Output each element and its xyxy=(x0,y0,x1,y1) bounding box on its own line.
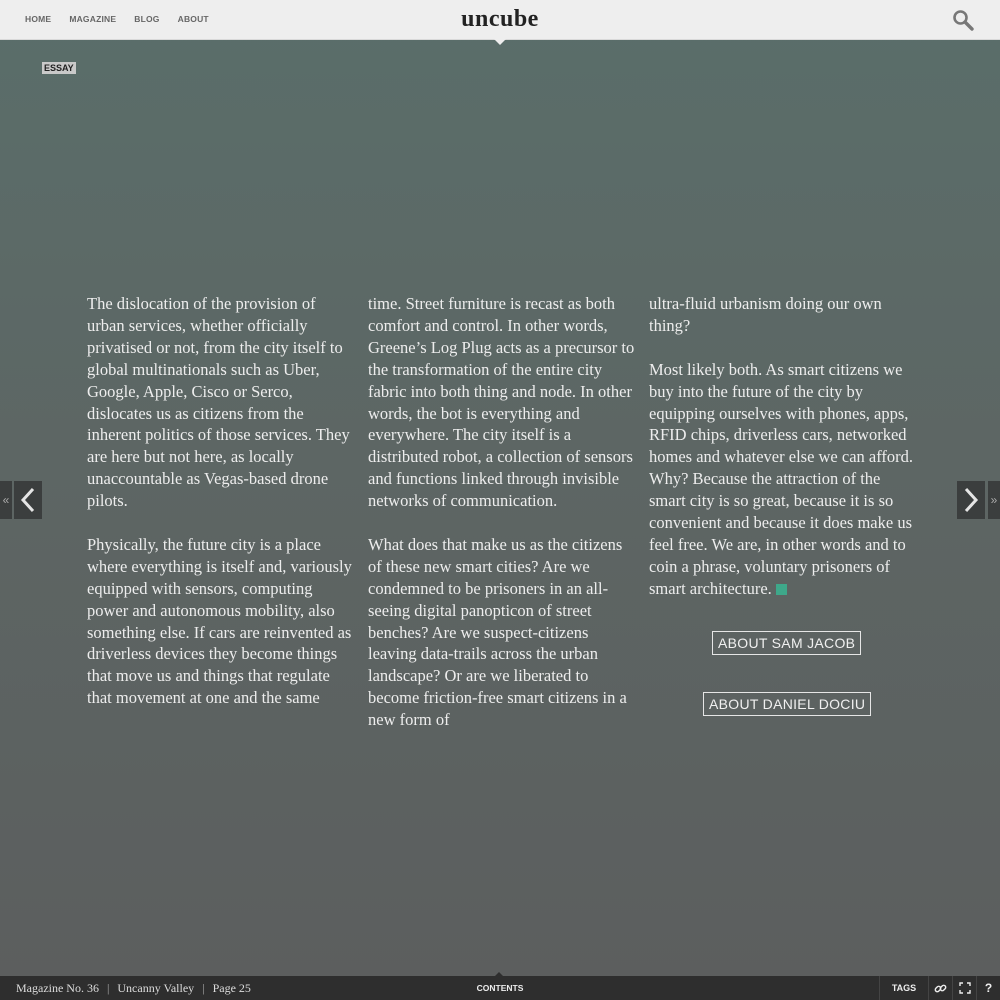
next-page-button[interactable] xyxy=(957,481,985,519)
help-button[interactable]: ? xyxy=(976,976,1000,1000)
paragraph: ultra-fluid urbanism doing our own thing… xyxy=(649,294,882,335)
about-sam-jacob-button[interactable]: ABOUT SAM JACOB xyxy=(712,631,862,655)
article-column-2: time. Street furniture is recast as both… xyxy=(368,293,638,753)
contents-button[interactable]: CONTENTS xyxy=(0,983,1000,993)
fullscreen-icon xyxy=(958,982,971,994)
paragraph-text: Most likely both. As smart citizens we b… xyxy=(649,359,914,598)
link-icon xyxy=(934,984,947,992)
prev-page-button[interactable] xyxy=(14,481,42,519)
bottom-bar: Magazine No. 36 | Uncanny Valley | Page 25 C… xyxy=(0,976,1000,1000)
first-page-button[interactable]: « xyxy=(0,481,12,519)
paragraph: The dislocation of the provision of urba… xyxy=(87,294,350,511)
paragraph: What does that make us as the citizens o… xyxy=(368,534,627,730)
article-column-3: ultra-fluid urbanism doing our own thing… xyxy=(649,293,919,622)
double-right-icon: » xyxy=(990,493,998,507)
site-logo[interactable]: uncube xyxy=(0,6,1000,33)
double-left-icon: « xyxy=(2,493,10,507)
last-page-button[interactable]: » xyxy=(988,481,1000,519)
search-icon[interactable] xyxy=(952,9,974,31)
category-tag[interactable]: ESSAY xyxy=(42,62,76,74)
tags-button[interactable]: TAGS xyxy=(879,976,928,1000)
paragraph: time. Street furniture is recast as both… xyxy=(368,294,635,511)
end-mark-icon xyxy=(775,583,787,595)
paragraph: Physically, the future city is a place w… xyxy=(87,534,352,708)
paragraph: Most likely both. As smart citizens we b… xyxy=(649,359,919,600)
footer-tools: TAGS ? xyxy=(879,976,1000,1000)
about-daniel-dociu-button[interactable]: ABOUT DANIEL DOCIU xyxy=(703,692,872,716)
chevron-right-icon xyxy=(964,487,979,513)
header-caret xyxy=(494,39,506,45)
fullscreen-button[interactable] xyxy=(952,976,976,1000)
top-bar: HOME MAGAZINE BLOG ABOUT uncube xyxy=(0,0,1000,40)
article-column-1: The dislocation of the provision of urba… xyxy=(87,293,357,731)
chevron-left-icon xyxy=(20,487,35,513)
link-button[interactable] xyxy=(928,976,952,1000)
